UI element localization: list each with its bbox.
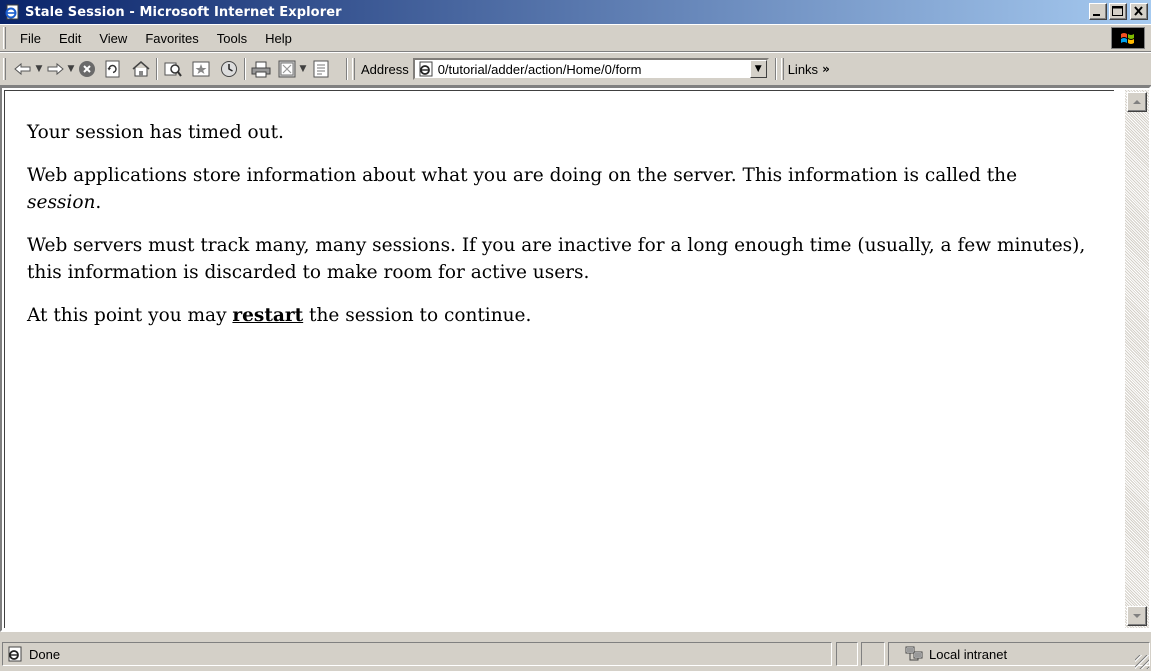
- window-title: Stale Session - Microsoft Internet Explo…: [25, 4, 342, 20]
- refresh-icon: [105, 60, 120, 78]
- links-button[interactable]: Links: [788, 62, 818, 77]
- history-icon: [221, 61, 237, 77]
- caption-buttons: [1087, 3, 1148, 20]
- forward-dropdown[interactable]: ▼: [66, 58, 76, 80]
- scroll-up-icon: [1133, 100, 1141, 104]
- forward-arrow-icon: [47, 62, 64, 76]
- content-frame: Your session has timed out. Web applicat…: [0, 86, 1151, 632]
- restart-instruction-end: the session to continue.: [303, 305, 532, 326]
- maximize-button[interactable]: [1109, 3, 1127, 20]
- vertical-scrollbar[interactable]: [1125, 90, 1149, 628]
- links-chevron-icon[interactable]: »: [822, 62, 830, 76]
- scroll-down-button[interactable]: [1127, 606, 1147, 626]
- discuss-button[interactable]: [310, 58, 332, 80]
- toolbar-separator: [774, 58, 777, 80]
- title-bar[interactable]: Stale Session - Microsoft Internet Explo…: [0, 0, 1151, 24]
- status-message-pane: Done: [2, 642, 832, 666]
- forward-button[interactable]: [44, 58, 66, 80]
- menu-tools[interactable]: Tools: [209, 29, 255, 48]
- session-explanation: Web applications store information about…: [27, 162, 1092, 216]
- menu-file[interactable]: File: [12, 29, 49, 48]
- menu-view[interactable]: View: [91, 29, 135, 48]
- address-dropdown-button[interactable]: ▼: [749, 60, 767, 78]
- windows-logo-icon: [1111, 27, 1145, 49]
- toolbar-separator: [346, 58, 348, 80]
- timeout-message: Your session has timed out.: [27, 122, 284, 143]
- address-input[interactable]: 0/tutorial/adder/action/Home/0/form: [438, 62, 738, 77]
- close-icon: [1134, 6, 1143, 16]
- status-bar: Done Local intranet: [0, 636, 1151, 671]
- status-progress-pane: [836, 642, 858, 666]
- menu-edit[interactable]: Edit: [51, 29, 89, 48]
- status-text: Done: [29, 646, 61, 662]
- address-bar[interactable]: 0/tutorial/adder/action/Home/0/form ▼: [412, 58, 769, 80]
- restart-link[interactable]: restart: [232, 305, 303, 326]
- back-dropdown[interactable]: ▼: [34, 58, 44, 80]
- standard-toolbar: ▼ ▼ ▼ Address 0/tutorial/adder/action/Ho…: [0, 52, 1151, 86]
- stop-icon: [79, 61, 95, 77]
- discuss-icon: [313, 60, 329, 78]
- restart-instruction: At this point you may restart the sessio…: [27, 302, 1092, 329]
- home-button[interactable]: [130, 58, 152, 80]
- session-term: session: [27, 192, 96, 213]
- menu-bar: File Edit View Favorites Tools Help: [0, 24, 1151, 52]
- favorites-button[interactable]: [190, 58, 212, 80]
- home-icon: [132, 61, 150, 77]
- maximize-icon: [1112, 6, 1123, 16]
- scroll-down-icon: [1133, 614, 1141, 618]
- inactivity-explanation: Web servers must track many, many sessio…: [27, 235, 1086, 283]
- refresh-button[interactable]: [102, 58, 124, 80]
- page-content: Your session has timed out. Web applicat…: [27, 95, 1092, 345]
- page-done-icon: [8, 646, 22, 662]
- toolbar-separator: [244, 58, 246, 80]
- search-button[interactable]: [162, 58, 184, 80]
- search-icon: [164, 62, 182, 77]
- page-icon: [419, 61, 433, 77]
- history-button[interactable]: [218, 58, 240, 80]
- session-explanation-text: Web applications store information about…: [27, 165, 1018, 186]
- links-grip[interactable]: [780, 58, 784, 80]
- intranet-zone-icon: [905, 646, 923, 661]
- toolbar-grip[interactable]: [3, 58, 6, 80]
- edit-icon: [278, 60, 296, 78]
- menu-grip[interactable]: [3, 27, 6, 49]
- stop-button[interactable]: [76, 58, 98, 80]
- address-grip[interactable]: [352, 58, 355, 80]
- minimize-button[interactable]: [1089, 3, 1107, 20]
- close-button[interactable]: [1130, 3, 1148, 20]
- print-icon: [251, 61, 271, 78]
- resize-grip[interactable]: [1135, 655, 1149, 669]
- back-button[interactable]: [12, 58, 34, 80]
- status-secure-pane: [861, 642, 885, 666]
- ie-page-icon: [4, 4, 20, 20]
- back-arrow-icon: [14, 62, 31, 76]
- security-zone-pane[interactable]: Local intranet: [888, 642, 1150, 666]
- scroll-up-button[interactable]: [1127, 92, 1147, 112]
- session-explanation-end: .: [95, 192, 102, 213]
- edit-button[interactable]: [276, 58, 298, 80]
- menu-help[interactable]: Help: [257, 29, 300, 48]
- zone-label: Local intranet: [929, 646, 1008, 662]
- address-label: Address: [361, 61, 409, 77]
- mail-button[interactable]: [250, 58, 272, 80]
- toolbar-separator: [156, 58, 158, 80]
- favorites-icon: [192, 61, 210, 77]
- browser-window: Stale Session - Microsoft Internet Explo…: [0, 0, 1151, 671]
- edit-dropdown[interactable]: ▼: [298, 58, 308, 80]
- minimize-icon: [1093, 14, 1100, 16]
- restart-instruction-text: At this point you may: [27, 305, 233, 326]
- page-viewport: Your session has timed out. Web applicat…: [4, 90, 1114, 628]
- menu-favorites[interactable]: Favorites: [137, 29, 206, 48]
